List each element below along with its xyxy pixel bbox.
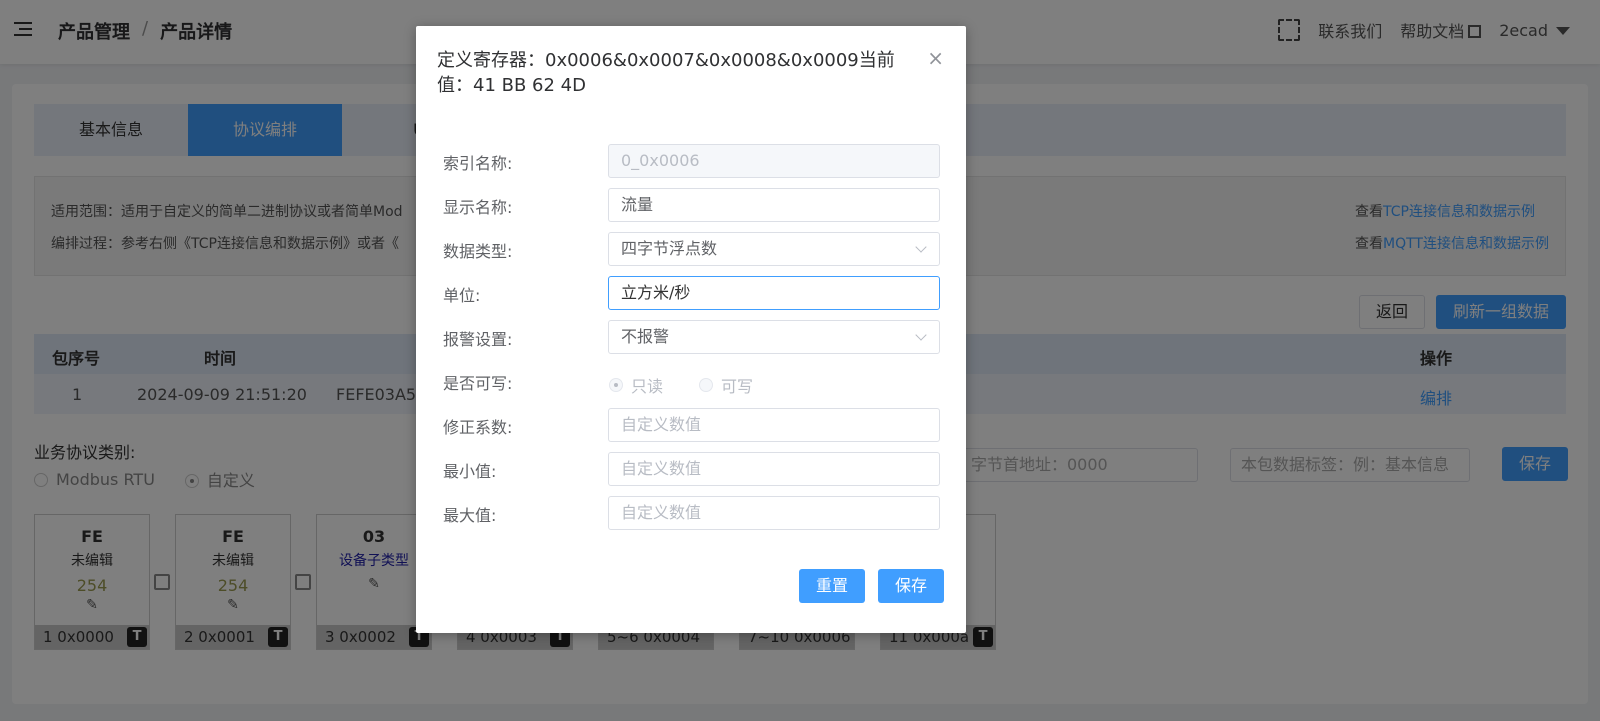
dialog-title: 定义寄存器：0x0006&0x0007&0x0008&0x0009当前值：41 … [437,50,895,96]
max-input[interactable]: 自定义数值 [608,496,940,530]
index-name-input: 0_0x0006 [608,144,940,178]
max-label: 最大值: [443,506,497,525]
radio-circle-checked [609,378,623,392]
radio-readonly-label: 只读 [631,377,664,396]
min-input[interactable]: 自定义数值 [608,452,940,486]
radio-writable[interactable]: 可写 [699,373,753,397]
display-name-input[interactable]: 流量 [608,188,940,222]
radio-readonly[interactable]: 只读 [609,373,663,397]
register-dialog: 定义寄存器：0x0006&0x0007&0x0008&0x0009当前值：41 … [416,26,966,633]
alarm-select[interactable]: 不报警 [608,320,940,354]
index-name-label: 索引名称: [443,154,513,173]
save-button[interactable]: 保存 [878,569,944,603]
radio-circle [699,378,713,392]
data-type-select[interactable]: 四字节浮点数 [608,232,940,266]
writable-label: 是否可写: [443,374,513,393]
min-label: 最小值: [443,462,497,481]
alarm-value: 不报警 [621,327,670,346]
display-name-label: 显示名称: [443,198,513,217]
close-icon[interactable]: × [927,46,944,70]
chevron-down-icon [915,241,927,253]
data-type-value: 四字节浮点数 [621,239,718,258]
data-type-label: 数据类型: [443,242,513,261]
reset-button[interactable]: 重置 [799,569,865,603]
unit-label: 单位: [443,286,481,305]
radio-writable-label: 可写 [721,377,754,396]
factor-input[interactable]: 自定义数值 [608,408,940,442]
factor-label: 修正系数: [443,418,513,437]
unit-input[interactable]: 立方米/秒 [608,276,940,310]
chevron-down-icon [915,329,927,341]
alarm-label: 报警设置: [443,330,513,349]
